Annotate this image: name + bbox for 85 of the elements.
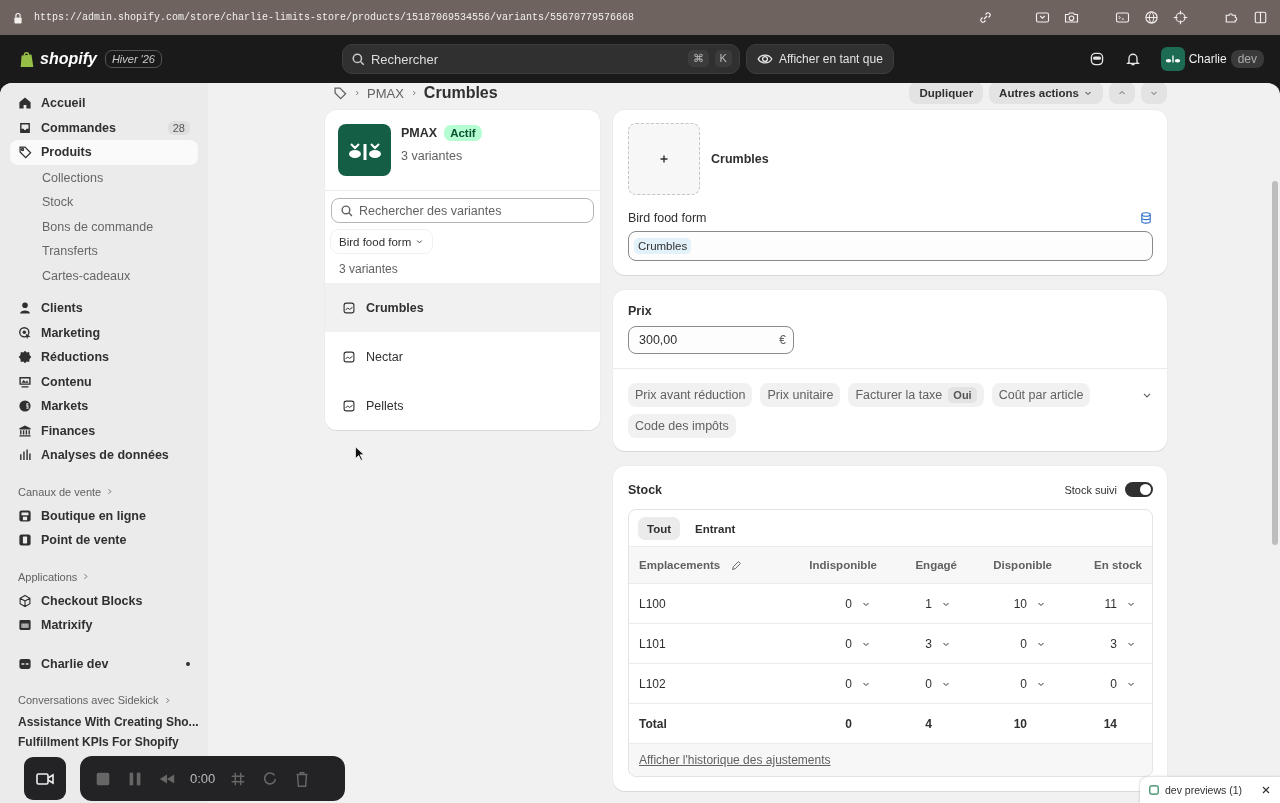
sidebar-item[interactable]: Marketing [10, 320, 198, 345]
add-field-button[interactable]: Prix avant réduction [628, 383, 753, 407]
quantity-dropdown[interactable]: 10 [1013, 596, 1046, 611]
sidebar-subitem[interactable]: Collections [10, 164, 198, 189]
column-header: En stock [1094, 559, 1142, 571]
sidebar-subitem[interactable]: Stock [10, 189, 198, 214]
sidebar-item[interactable]: Analyses de données [10, 443, 198, 468]
section-heading[interactable]: Conversations avec Sidekick [18, 694, 159, 706]
quantity-dropdown[interactable]: 11 [1104, 596, 1136, 611]
toggle-label: Stock suivi [1064, 483, 1117, 496]
timer: 0:00 [190, 771, 216, 786]
total-cell: 14 [1103, 716, 1117, 731]
sidebar-item[interactable]: Charlie dev [41, 656, 177, 671]
sidebar-subitem[interactable]: Bons de commande [10, 213, 198, 238]
quantity-dropdown[interactable]: 0 [845, 676, 871, 691]
sidebar-subitem[interactable]: Cartes-cadeaux [10, 262, 198, 287]
quantity-dropdown[interactable]: 1 [925, 596, 951, 611]
section-heading[interactable]: Applications [18, 570, 78, 583]
value-tag[interactable]: Crumbles [634, 238, 692, 254]
sidebar-item[interactable]: Matrixify [10, 613, 198, 638]
action-button[interactable]: Autres actions [989, 83, 1103, 104]
sidebar-item[interactable]: Markets [10, 394, 198, 419]
total-cell: 10 [1013, 716, 1027, 731]
variant-item[interactable]: Crumbles [325, 283, 600, 332]
tab[interactable]: Entrant [686, 517, 745, 540]
history-link[interactable]: Afficher l'historique des ajustements [639, 753, 831, 767]
column-header: Emplacements [639, 559, 721, 571]
quantity-dropdown[interactable]: 0 [1110, 676, 1136, 691]
dev-previews-label[interactable]: dev previews (1) [1165, 784, 1255, 796]
quantity-dropdown[interactable]: 3 [1110, 636, 1136, 651]
total-cell: 4 [925, 716, 932, 731]
option-value-field[interactable]: Crumbles [628, 231, 1153, 261]
user-badge: dev [1230, 50, 1264, 68]
column-header: Engagé [915, 559, 957, 571]
sidebar-item[interactable]: Boutique en ligne [10, 503, 198, 528]
location-cell: L100 [639, 596, 666, 611]
product-name[interactable]: PMAX [401, 126, 438, 140]
column-header: Indisponible [809, 559, 877, 571]
sidebar-item[interactable]: Checkout Blocks [10, 588, 198, 613]
total-cell: 0 [845, 716, 852, 731]
status-badge: Actif [444, 125, 482, 141]
sidebar-item[interactable]: Point de vente [10, 528, 198, 553]
quantity-dropdown[interactable]: 0 [925, 676, 951, 691]
breadcrumb-link[interactable]: PMAX [367, 85, 404, 101]
sidebar-item[interactable]: Finances [10, 418, 198, 443]
edition-badge: Hiver '26 [104, 50, 162, 68]
sidebar-item[interactable]: Produits [10, 140, 198, 165]
user-name[interactable]: Charlie [1188, 52, 1227, 66]
section-title: Stock [628, 482, 663, 497]
quantity-dropdown[interactable]: 0 [845, 596, 871, 611]
currency-symbol: € [779, 333, 786, 347]
quantity-dropdown[interactable]: 0 [1020, 636, 1046, 651]
sidebar-item[interactable]: Clients [10, 296, 198, 321]
sidebar-item[interactable]: Réductions [10, 345, 198, 370]
column-header: Disponible [993, 559, 1052, 571]
total-label: Total [639, 716, 667, 731]
brand-name[interactable]: shopify [40, 50, 97, 68]
location-cell: L102 [639, 676, 666, 691]
action-button[interactable]: Dupliquer [909, 83, 984, 104]
sidebar-item[interactable]: Commandes 28 [10, 115, 198, 140]
add-field-button[interactable]: Code des impôts [628, 414, 736, 438]
tab[interactable]: Tout [638, 517, 681, 540]
view-as-button[interactable]: Afficher en tant que [745, 44, 894, 74]
list-count: 3 variantes [338, 261, 399, 278]
page-title: Crumbles [423, 84, 498, 102]
quantity-dropdown[interactable]: 3 [925, 636, 951, 651]
variant-search-field[interactable]: Rechercher des variantes [331, 198, 594, 223]
variant-name: Crumbles [711, 152, 769, 166]
conversation-item[interactable]: Fulfillment KPIs For Shopify [10, 732, 187, 752]
sidebar-item[interactable]: Contenu [10, 369, 198, 394]
option-label: Bird food form [628, 211, 707, 225]
add-field-button[interactable]: Prix unitaire [760, 383, 841, 407]
section-title: Prix [627, 304, 653, 318]
variant-count: 3 variantes [401, 149, 464, 163]
conversation-item[interactable]: Assistance With Creating Sho... [10, 712, 207, 732]
sidebar-item[interactable]: Accueil [10, 91, 198, 116]
quantity-dropdown[interactable]: 0 [1020, 676, 1046, 691]
count-badge: 28 [167, 120, 190, 135]
filter-button[interactable]: Bird food form [331, 230, 433, 253]
add-field-button[interactable]: Coût par article [991, 383, 1091, 407]
section-heading[interactable]: Canaux de vente [18, 485, 102, 498]
add-field-button[interactable]: Facturer la taxe Oui [848, 383, 984, 407]
location-cell: L101 [639, 636, 666, 651]
sidebar-subitem[interactable]: Transferts [10, 238, 198, 263]
quantity-dropdown[interactable]: 0 [845, 636, 871, 651]
